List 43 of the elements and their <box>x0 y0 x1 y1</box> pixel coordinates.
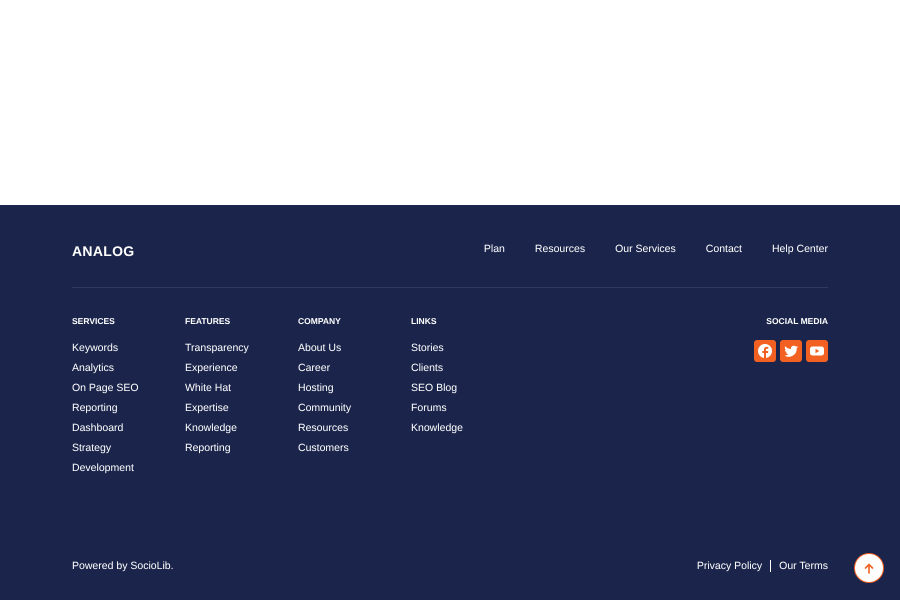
footer-link[interactable]: Resources <box>298 418 411 438</box>
facebook-icon[interactable] <box>754 340 776 362</box>
nav-link[interactable]: Resources <box>534 243 586 255</box>
column-heading: COMPANY <box>298 316 342 326</box>
footer-link[interactable]: Transparency <box>185 338 298 358</box>
twitter-icon[interactable] <box>780 340 802 362</box>
footer-link[interactable]: Experience <box>185 358 298 378</box>
legal-link[interactable]: Privacy Policy <box>696 560 762 572</box>
footer-link[interactable]: On Page SEO <box>72 378 185 398</box>
footer-link[interactable]: Analytics <box>72 358 185 378</box>
powered-by-text: Powered by SocioLib. <box>72 560 174 572</box>
footer-link[interactable]: White Hat <box>185 378 298 398</box>
footer-link[interactable]: Expertise <box>185 398 298 418</box>
footer-link[interactable]: SEO Blog <box>411 378 524 398</box>
legal-link[interactable]: Our Terms <box>779 560 828 572</box>
scroll-top-button[interactable] <box>854 553 884 583</box>
footer-link[interactable]: Keywords <box>72 338 185 358</box>
footer-link[interactable]: Knowledge <box>411 418 524 438</box>
footer-link[interactable]: Hosting <box>298 378 411 398</box>
footer-link[interactable]: Reporting <box>185 438 298 458</box>
footer-link[interactable]: Forums <box>411 398 524 418</box>
column-heading: SOCIAL MEDIA <box>766 316 828 326</box>
footer-link[interactable]: Dashboard <box>72 418 185 438</box>
nav-link[interactable]: Contact <box>706 243 742 255</box>
youtube-icon[interactable] <box>806 340 828 362</box>
footer-link[interactable]: Knowledge <box>185 418 298 438</box>
footer-link[interactable]: Clients <box>411 358 524 378</box>
column-heading: LINKS <box>411 316 438 326</box>
column-heading: SERVICES <box>72 316 116 326</box>
footer-link[interactable]: Customers <box>298 438 411 458</box>
footer-link[interactable]: About Us <box>298 338 411 358</box>
arrow-up-icon <box>864 562 874 574</box>
footer-link[interactable]: Reporting <box>72 398 185 418</box>
column-heading: FEATURES <box>185 316 232 326</box>
nav-link[interactable]: Plan <box>484 243 505 255</box>
footer-link[interactable]: Strategy <box>72 438 185 458</box>
footer-link[interactable]: Community <box>298 398 411 418</box>
nav-link[interactable]: Our Services <box>615 243 676 255</box>
footer-link[interactable]: Career <box>298 358 411 378</box>
footer-link[interactable]: Stories <box>411 338 524 358</box>
footer-logo[interactable]: ANALOG <box>72 243 134 259</box>
nav-link[interactable]: Help Center <box>772 243 828 255</box>
footer-link[interactable]: Development <box>72 458 185 478</box>
